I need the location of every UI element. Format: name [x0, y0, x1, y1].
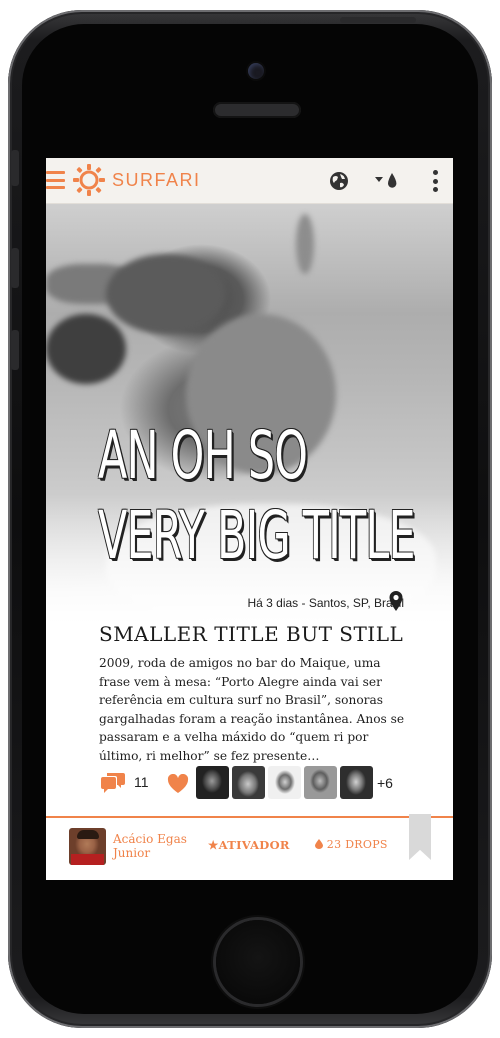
post-subtitle: SMALLER TITLE BUT STILL	[99, 622, 404, 646]
liker-avatar[interactable]	[304, 766, 337, 799]
more-likers-count[interactable]: +6	[377, 775, 393, 791]
drops-count: 23 DROPS	[315, 838, 388, 851]
location-pin-icon[interactable]	[389, 591, 403, 611]
post-meta: Há 3 dias - Santos, SP, Brasil	[247, 596, 404, 610]
hero-photo[interactable]: AN OH SO VERY BIG TITLE	[46, 204, 453, 624]
power-button	[340, 17, 416, 23]
drop-filter-icon[interactable]	[374, 171, 400, 191]
engagement-row: 11 +6	[101, 765, 401, 801]
comments-count: 11	[134, 774, 149, 790]
liker-avatar[interactable]	[340, 766, 373, 799]
author-name[interactable]: Acácio Egas Junior	[113, 832, 187, 860]
photo-shape-distant-person	[296, 214, 314, 274]
globe-icon[interactable]	[329, 171, 349, 191]
hamburger-menu-icon[interactable]	[46, 171, 65, 189]
ativador-badge: ★ATIVADOR	[208, 838, 290, 852]
home-button	[216, 920, 300, 1004]
photo-shape-cap	[106, 254, 226, 334]
front-camera	[248, 63, 264, 79]
volume-up-button	[11, 248, 19, 288]
app-screen: SURFARI AN OH SO VERY BIG TITLE Há 3 dia…	[46, 158, 453, 880]
big-title: AN OH SO VERY BIG TITLE	[98, 416, 415, 576]
liker-avatar[interactable]	[268, 766, 301, 799]
author-name-line-1: Acácio Egas	[113, 832, 187, 846]
star-icon: ★	[208, 838, 219, 852]
brand-name: SURFARI	[112, 170, 201, 190]
app-bar: SURFARI	[46, 158, 453, 204]
drops-label: 23 DROPS	[326, 838, 388, 851]
author-name-line-2: Junior	[113, 846, 151, 860]
comments-icon[interactable]	[101, 773, 125, 793]
liker-avatar[interactable]	[232, 766, 265, 799]
author-footer: Acácio Egas Junior ★ATIVADOR 23 DROPS	[46, 814, 453, 880]
post-body: 2009, roda de amigos no bar do Maique, u…	[99, 656, 405, 763]
earpiece-speaker	[213, 102, 301, 118]
sun-logo-icon[interactable]	[73, 164, 105, 196]
big-title-line-2: VERY BIG TITLE	[98, 497, 415, 574]
drop-icon	[315, 839, 323, 849]
author-avatar[interactable]	[69, 828, 106, 865]
kebab-menu-icon[interactable]	[432, 170, 438, 192]
liker-avatar[interactable]	[196, 766, 229, 799]
heart-icon[interactable]	[167, 774, 189, 794]
photo-shape-background-person	[46, 314, 126, 384]
mute-switch	[11, 150, 19, 186]
big-title-line-1: AN OH SO	[98, 417, 308, 494]
bookmark-icon[interactable]	[409, 814, 431, 860]
ativador-label: ATIVADOR	[218, 838, 290, 852]
volume-down-button	[11, 330, 19, 370]
